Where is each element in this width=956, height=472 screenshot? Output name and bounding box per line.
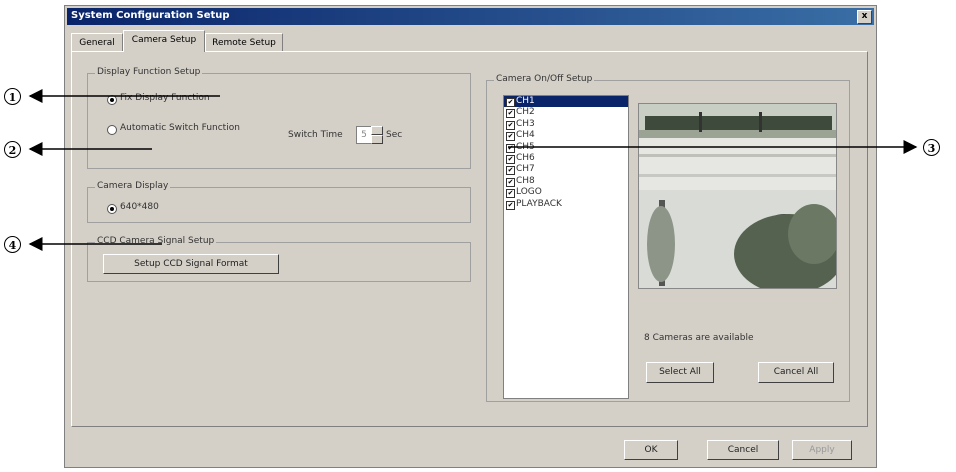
fix-display-radio[interactable] — [107, 95, 117, 105]
camera-item-label: CH6 — [516, 152, 535, 163]
camera-item-ch3[interactable]: ✔ CH3 — [504, 119, 628, 130]
checkbox-icon[interactable]: ✔ — [506, 189, 515, 199]
camera-item-label: CH2 — [516, 107, 535, 118]
camera-item-label: CH7 — [516, 164, 535, 175]
camera-preview — [638, 103, 837, 289]
cameras-available-status: 8 Cameras are available — [644, 333, 754, 343]
camera-item-label: LOGO — [516, 187, 542, 198]
checkbox-icon[interactable]: ✔ — [506, 143, 515, 153]
camera-item-label: CH5 — [516, 141, 535, 152]
close-button[interactable]: x — [857, 10, 872, 24]
tab-general[interactable]: General — [71, 33, 123, 51]
checkbox-icon[interactable]: ✔ — [506, 132, 515, 142]
cancel-all-button[interactable]: Cancel All — [758, 362, 834, 383]
camera-item-ch5[interactable]: ✔ CH5 — [504, 142, 628, 153]
ok-button[interactable]: OK — [624, 440, 678, 460]
camera-item-label: CH3 — [516, 118, 535, 129]
cancel-button[interactable]: Cancel — [707, 440, 779, 460]
camera-item-label: PLAYBACK — [516, 198, 562, 209]
camera-item-label: CH4 — [516, 130, 535, 141]
callout-marker-2: 2 — [4, 141, 21, 158]
setup-ccd-button[interactable]: Setup CCD Signal Format — [103, 254, 279, 274]
window-title: System Configuration Setup — [71, 10, 230, 21]
callout-marker-1: 1 — [4, 88, 21, 105]
camera-display-legend: Camera Display — [95, 181, 171, 191]
callout-marker-3: 3 — [923, 139, 940, 156]
tab-camera-setup[interactable]: Camera Setup — [123, 30, 205, 52]
camera-onoff-legend: Camera On/Off Setup — [494, 74, 595, 84]
camera-preview-image — [639, 104, 836, 288]
sec-label: Sec — [386, 130, 403, 140]
camera-item-label: CH1 — [516, 96, 535, 106]
checkbox-icon[interactable]: ✔ — [506, 98, 515, 107]
apply-button[interactable]: Apply — [792, 440, 852, 460]
display-function-group: Display Function Setup — [87, 67, 471, 169]
checkbox-icon[interactable]: ✔ — [506, 166, 515, 176]
spin-up-button[interactable] — [371, 126, 383, 135]
checkbox-icon[interactable]: ✔ — [506, 120, 515, 130]
camera-item-ch4[interactable]: ✔ CH4 — [504, 130, 628, 142]
display-function-legend: Display Function Setup — [95, 67, 203, 77]
switch-time-label: Switch Time — [288, 130, 343, 140]
checkbox-icon[interactable]: ✔ — [506, 154, 515, 164]
checkbox-icon[interactable]: ✔ — [506, 109, 515, 119]
checkbox-icon[interactable]: ✔ — [506, 177, 515, 187]
camera-item-ch2[interactable]: ✔ CH2 — [504, 107, 628, 119]
title-bar[interactable]: System Configuration Setup x — [67, 8, 874, 25]
auto-switch-radio[interactable] — [107, 125, 117, 135]
resolution-label: 640*480 — [120, 202, 159, 212]
spin-down-button[interactable] — [371, 135, 383, 144]
callout-marker-4: 4 — [4, 236, 21, 253]
checkbox-icon[interactable]: ✔ — [506, 200, 515, 210]
camera-item-playback[interactable]: ✔ PLAYBACK — [504, 199, 628, 210]
camera-item-logo[interactable]: ✔ LOGO — [504, 187, 628, 199]
camera-item-ch6[interactable]: ✔ CH6 — [504, 153, 628, 164]
camera-item-ch7[interactable]: ✔ CH7 — [504, 164, 628, 176]
select-all-button[interactable]: Select All — [646, 362, 714, 383]
tab-remote-setup[interactable]: Remote Setup — [205, 33, 283, 51]
fix-display-label: Fix Display Function — [120, 93, 210, 103]
camera-item-ch1[interactable]: ✔ CH1 — [504, 96, 628, 108]
camera-item-ch8[interactable]: ✔ CH8 — [504, 176, 628, 187]
auto-switch-label: Automatic Switch Function — [120, 123, 240, 133]
ccd-signal-legend: CCD Camera Signal Setup — [95, 236, 217, 246]
camera-list[interactable]: ✔ CH1 ✔ CH2 ✔ CH3 ✔ CH4 ✔ CH5 ✔ CH6 ✔ CH7 ✔ CH8 … — [503, 95, 629, 399]
switch-time-input[interactable]: 5 — [356, 126, 372, 144]
resolution-radio[interactable] — [107, 204, 117, 214]
camera-item-label: CH8 — [516, 175, 535, 186]
